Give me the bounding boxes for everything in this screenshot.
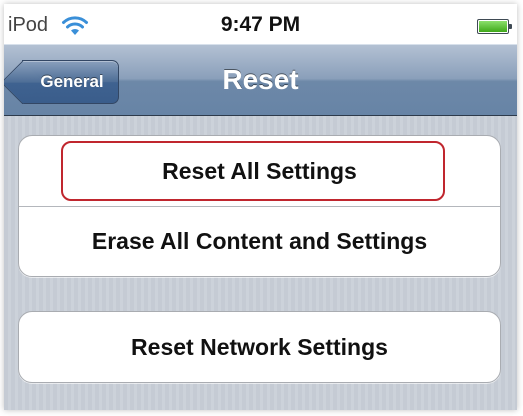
navigation-bar: General Reset <box>4 44 517 116</box>
row-label: Erase All Content and Settings <box>91 228 428 254</box>
battery-level-fill <box>479 21 507 32</box>
reset-all-settings-button[interactable]: Reset All Settings <box>19 136 500 206</box>
settings-content: Reset All Settings Erase All Content and… <box>4 116 517 410</box>
battery-tip <box>509 24 512 29</box>
status-time: 9:47 PM <box>220 13 301 36</box>
status-bar: iPod 9:47 PM <box>4 4 517 44</box>
back-button-label: General <box>40 72 104 91</box>
reset-group-primary: Reset All Settings Erase All Content and… <box>18 135 501 277</box>
row-label: Reset Network Settings <box>131 333 388 360</box>
reset-group-network: Reset Network Settings <box>18 311 501 383</box>
reset-network-settings-button[interactable]: Reset Network Settings <box>19 312 500 382</box>
row-label: Reset All Settings <box>162 157 357 184</box>
device-screen: iPod 9:47 PM General Reset Reset All Set… <box>4 4 517 410</box>
erase-all-content-button[interactable]: Erase All Content and Settings <box>19 206 500 276</box>
battery-icon <box>477 19 512 34</box>
